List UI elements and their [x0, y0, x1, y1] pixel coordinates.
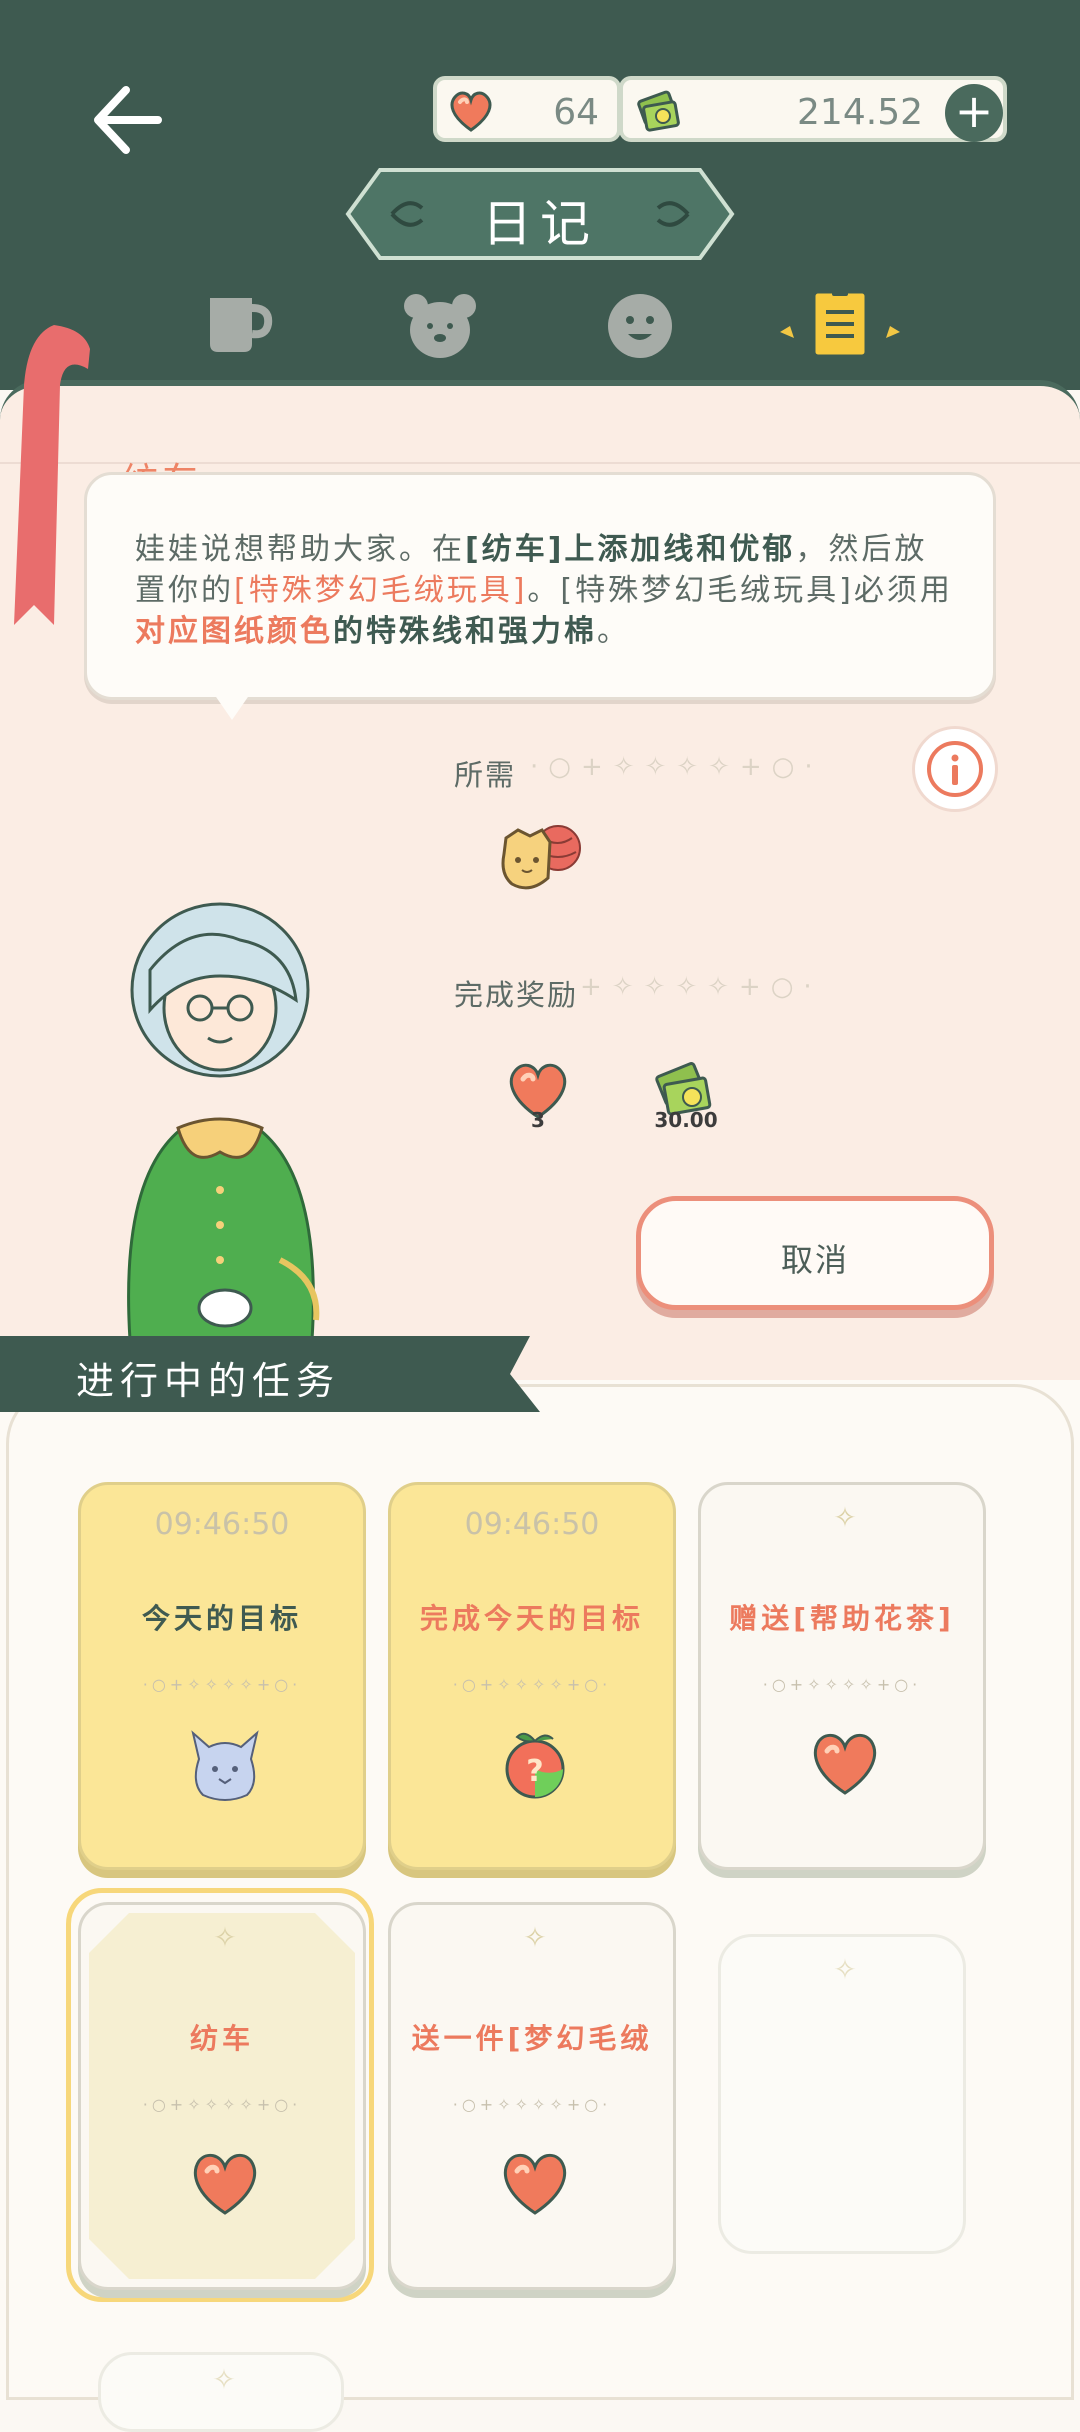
heart-icon: [814, 1733, 876, 1795]
sparkle-icon: ✧: [213, 1921, 237, 1954]
dots-divider: ·○+✧✧✧✧+○·: [452, 1675, 612, 1694]
task-card[interactable]: 09:46:50 今天的目标 ·○+✧✧✧✧+○·: [78, 1482, 366, 1870]
reward-label: 完成奖励: [454, 978, 579, 1012]
hearts-counter: 64: [433, 76, 621, 142]
dots-divider: +✧✧✧✧+○·: [580, 972, 822, 1002]
sparkle-icon: ✧: [833, 1953, 857, 1986]
task-card-title: 赠送[帮助花茶]: [729, 1602, 955, 1635]
task-timer: 09:46:50: [464, 1507, 600, 1542]
mystery-fruit-icon: ?: [505, 1732, 565, 1799]
dots-divider: ·○+✧✧✧✧+○·: [530, 752, 823, 782]
task-card[interactable]: ✧ 赠送[帮助花茶] ·○+✧✧✧✧+○·: [698, 1482, 986, 1870]
dots-divider: ·○+✧✧✧✧+○·: [762, 1675, 922, 1694]
page-title: 日记: [482, 195, 598, 253]
heart-icon: [194, 2153, 256, 2215]
cancel-label: 取消: [780, 1241, 849, 1279]
svg-text:?: ?: [526, 1754, 543, 1789]
required-label: 所需: [454, 758, 517, 792]
bear-tab-icon[interactable]: [400, 290, 480, 360]
task-card-selected[interactable]: ✧ 纺车 ·○+✧✧✧✧+○·: [78, 1902, 366, 2290]
dots-divider: ·○+✧✧✧✧+○·: [142, 2095, 302, 2114]
bookmark-ribbon-icon: [14, 325, 90, 625]
title-banner: 日记: [340, 162, 740, 266]
speech-bubble: 娃娃说想帮助大家。在[纺车]上添加线和优郁，然后放置你的[特殊梦幻毛绒玩具]。[…: [84, 472, 996, 700]
reward-heart-amount: 3: [531, 1108, 545, 1132]
task-card-title: 纺车: [189, 2022, 254, 2055]
add-money-button[interactable]: +: [945, 84, 1003, 142]
dots-divider: ·○+✧✧✧✧+○·: [452, 2095, 612, 2114]
task-card-title: 完成今天的目标: [419, 1602, 644, 1635]
task-card[interactable]: 09:46:50 完成今天的目标 ·○+✧✧✧✧+○· ?: [388, 1482, 676, 1870]
task-card-title: 今天的目标: [141, 1602, 302, 1635]
info-button[interactable]: [912, 726, 998, 812]
empty-task-slot: ✧: [98, 2352, 344, 2432]
tasks-banner: 进行中的任务: [0, 1336, 540, 1412]
cup-tab-icon[interactable]: [200, 290, 280, 360]
reward-money-amount: 30.00: [654, 1108, 718, 1132]
info-icon: [927, 741, 983, 797]
sparkle-icon: ✧: [212, 2363, 236, 2396]
grandma-character: [127, 902, 320, 1340]
task-timer: 09:46:50: [154, 1507, 290, 1542]
plush-yarn-icon: [501, 825, 581, 890]
dots-divider: ·○+✧✧✧✧+○·: [142, 1675, 302, 1694]
resource-bar: 64 214.52 +: [433, 76, 1007, 142]
money-value: 214.52: [797, 92, 923, 133]
back-arrow-icon[interactable]: [86, 80, 166, 160]
sparkle-icon: ✧: [523, 1921, 547, 1954]
diary-tab-icon[interactable]: [770, 282, 910, 366]
task-description: 娃娃说想帮助大家。在[纺车]上添加线和优郁，然后放置你的[特殊梦幻毛绒玩具]。[…: [135, 532, 953, 649]
smile-tab-icon[interactable]: [600, 290, 680, 360]
hearts-value: 64: [553, 92, 599, 133]
task-card[interactable]: ✧ 送一件[梦幻毛绒 ·○+✧✧✧✧+○·: [388, 1902, 676, 2290]
ghost-icon: [191, 1730, 259, 1801]
tasks-title: 进行中的任务: [76, 1359, 341, 1403]
empty-task-slot: ✧: [718, 1934, 966, 2254]
heart-icon: [450, 91, 492, 132]
sparkle-icon: ✧: [833, 1501, 857, 1534]
cancel-button[interactable]: 取消: [636, 1196, 994, 1310]
money-icon: [637, 90, 680, 132]
heart-icon: [504, 2153, 566, 2215]
money-counter: 214.52 +: [619, 76, 1007, 142]
bubble-tail: [214, 694, 250, 720]
task-card-title: 送一件[梦幻毛绒: [411, 2022, 653, 2055]
